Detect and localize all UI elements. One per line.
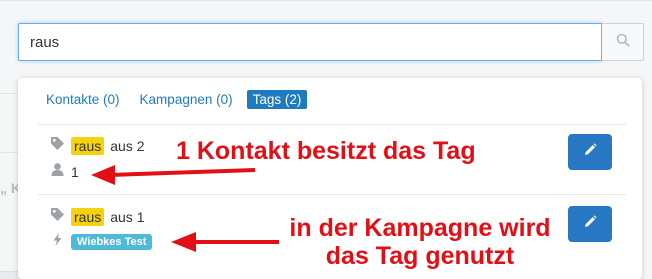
- search-bar: [18, 23, 644, 61]
- search-button[interactable]: [602, 23, 644, 61]
- bg-divider: [0, 152, 18, 153]
- result-tabs: Kontakte (0) Kampagnen (0) Tags (2): [46, 90, 315, 109]
- campaign-badge[interactable]: Wiebkes Test: [71, 234, 153, 250]
- search-icon: [616, 33, 630, 52]
- divider: [38, 194, 626, 195]
- annotation-campaign-line1: in der Kampagne wird: [289, 214, 551, 242]
- edit-button[interactable]: [568, 206, 612, 242]
- search-input[interactable]: [18, 23, 602, 61]
- tag-name: raus: [71, 208, 105, 226]
- tag-suffix: aus 2: [110, 138, 145, 154]
- annotation-contact: 1 Kontakt besitzt das Tag: [176, 137, 476, 165]
- tag-icon: [50, 136, 65, 156]
- tab-contacts[interactable]: Kontakte (0): [46, 90, 126, 109]
- user-icon: [50, 162, 65, 182]
- edit-button[interactable]: [568, 134, 612, 170]
- tag-icon: [50, 207, 65, 227]
- tag-name: raus: [71, 137, 105, 155]
- annotation-campaign-line2: das Tag genutzt: [325, 242, 515, 270]
- tag-suffix: aus 1: [110, 209, 145, 225]
- bolt-icon: [50, 232, 65, 252]
- top-border: [0, 0, 652, 1]
- pencil-icon: [582, 214, 598, 235]
- pencil-icon: [582, 142, 598, 163]
- tab-campaigns[interactable]: Kampagnen (0): [134, 90, 239, 109]
- contact-count: 1: [71, 164, 79, 180]
- annotation-campaign: in der Kampagne wird das Tag genutzt: [270, 214, 570, 270]
- divider: [38, 124, 626, 125]
- tab-tags[interactable]: Tags (2): [246, 90, 308, 109]
- bg-divider: [0, 93, 18, 94]
